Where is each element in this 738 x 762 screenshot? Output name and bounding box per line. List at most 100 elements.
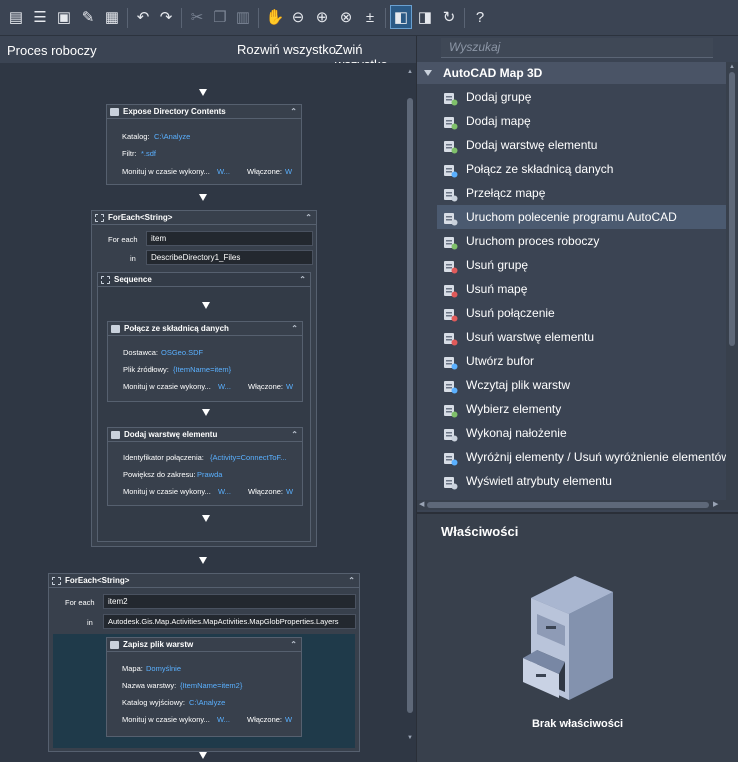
zoom-out-icon[interactable]: ⊖ <box>288 7 308 27</box>
output-folder-value[interactable]: C:\Analyze <box>189 698 225 707</box>
pan-hand-icon[interactable]: ✋ <box>265 7 285 27</box>
catalog-item[interactable]: Utwórz bufor <box>437 349 726 373</box>
catalog-item[interactable]: Wykonaj nałożenie <box>437 421 726 445</box>
catalog-item[interactable]: Uruchom proces roboczy <box>437 229 726 253</box>
zoom-fit-icon[interactable]: ⊗ <box>336 7 356 27</box>
in-input[interactable]: DescribeDirectory1_Files <box>146 250 313 265</box>
expand-all-link[interactable]: Rozwiń wszystko <box>237 42 336 57</box>
paste-icon[interactable]: ▥ <box>233 7 253 27</box>
catalog-item[interactable]: Usuń połączenie <box>437 301 726 325</box>
output-folder-label: Katalog wyjściowy: <box>122 698 185 707</box>
catalog-item[interactable]: Usuń grupę <box>437 253 726 277</box>
activity-expose-directory[interactable]: Expose Directory Contents ⌃ Katalog: C:\… <box>106 104 302 185</box>
help-icon[interactable]: ? <box>470 7 490 27</box>
scroll-up-icon[interactable]: ▲ <box>729 64 735 70</box>
zoom-extent-value[interactable]: Prawda <box>197 470 222 479</box>
catalog-hscrollbar[interactable]: ◀ ▶ <box>417 500 726 510</box>
drop-area[interactable]: Zapisz plik warstw ⌃ Mapa: Domyślnie Naz… <box>53 634 355 748</box>
attributes-icon <box>443 474 458 490</box>
provider-value[interactable]: OSGeo.SDF <box>161 348 203 357</box>
scroll-right-icon[interactable]: ▶ <box>713 500 718 508</box>
run-workflow-icon <box>443 234 458 250</box>
save-icon[interactable]: ▣ <box>54 7 74 27</box>
scroll-left-icon[interactable]: ◀ <box>419 500 424 508</box>
activity-sequence[interactable]: Sequence ⌃ Połącz ze składnicą danych ⌃ … <box>97 272 311 542</box>
collapse-icon[interactable]: ⌃ <box>348 574 355 588</box>
scroll-thumb[interactable] <box>407 98 413 713</box>
monitor-value[interactable]: W... <box>217 715 230 724</box>
catalog-item-label: Uruchom proces roboczy <box>466 234 600 248</box>
enabled-value[interactable]: W <box>285 715 292 724</box>
collapse-icon[interactable]: ⌃ <box>299 273 306 287</box>
highlight-icon <box>443 450 458 466</box>
monitor-value[interactable]: W... <box>218 487 231 496</box>
foreach-input[interactable]: item <box>146 231 313 246</box>
collapse-icon[interactable]: ⌃ <box>291 428 298 442</box>
save-as-icon[interactable]: ✎ <box>78 7 98 27</box>
provider-label: Dostawca: <box>123 348 159 357</box>
redo-icon[interactable]: ↷ <box>156 7 176 27</box>
collapse-icon[interactable]: ⌃ <box>291 322 298 336</box>
catalog-item[interactable]: Dodaj warstwę elementu <box>437 133 726 157</box>
activity-foreach-2[interactable]: ForEach<String> ⌃ For each item2 in Auto… <box>48 573 360 752</box>
zoom-reset-icon[interactable]: ± <box>360 7 380 27</box>
catalog-item[interactable]: Połącz ze składnicą danych <box>437 157 726 181</box>
filter-value[interactable]: *.sdf <box>141 149 156 158</box>
collapse-icon[interactable]: ⌃ <box>290 638 297 652</box>
catalog-scrollbar[interactable]: ▲ <box>726 62 738 510</box>
catalog-item[interactable]: Wybierz elementy <box>437 397 726 421</box>
undo-icon[interactable]: ↶ <box>133 7 153 27</box>
catalog-value[interactable]: C:\Analyze <box>154 132 190 141</box>
catalog-item[interactable]: Usuń mapę <box>437 277 726 301</box>
scroll-down-icon[interactable]: ▼ <box>407 735 413 741</box>
scroll-thumb[interactable] <box>427 502 709 508</box>
monitor-label: Monituj w czasie wykony... <box>123 487 211 496</box>
activity-foreach-1[interactable]: ForEach<String> ⌃ For each item in Descr… <box>91 210 317 547</box>
catalog-group-header[interactable]: AutoCAD Map 3D <box>417 62 726 84</box>
toggle-catalog-icon[interactable]: ◧ <box>390 5 412 29</box>
catalog-item[interactable]: Przełącz mapę <box>437 181 726 205</box>
scroll-thumb[interactable] <box>729 72 735 346</box>
search-input[interactable]: Wyszukaj <box>441 38 713 58</box>
canvas-scrollbar[interactable]: ▲ ▼ <box>404 63 416 762</box>
monitor-value[interactable]: W... <box>217 167 230 176</box>
save-all-icon[interactable]: ▦ <box>102 7 122 27</box>
sequence-icon <box>101 276 110 284</box>
toggle-properties-icon[interactable]: ◨ <box>415 7 435 27</box>
catalog-item[interactable]: Wczytaj plik warstw <box>437 373 726 397</box>
enabled-value[interactable]: W <box>286 487 293 496</box>
workflow-canvas[interactable]: ▲ ▼ Expose Directory Contents ⌃ Katalog:… <box>0 63 416 762</box>
copy-icon[interactable]: ❐ <box>210 7 230 27</box>
catalog-item[interactable]: Uruchom polecenie programu AutoCAD <box>437 205 726 229</box>
enabled-value[interactable]: W <box>286 382 293 391</box>
open-workflow-icon[interactable]: ☰ <box>30 7 50 27</box>
connection-id-value[interactable]: {Activity=ConnectToF... <box>210 453 287 462</box>
refresh-icon[interactable]: ↻ <box>439 7 459 27</box>
collapse-icon[interactable]: ⌃ <box>305 211 312 225</box>
new-workflow-icon[interactable]: ▤ <box>6 7 26 27</box>
zoom-in-icon[interactable]: ⊕ <box>312 7 332 27</box>
catalog-item[interactable]: Usuń warstwę elementu <box>437 325 726 349</box>
monitor-value[interactable]: W... <box>218 382 231 391</box>
collapse-icon[interactable]: ⌃ <box>290 105 297 119</box>
toolbar: ▤ ☰ ▣ ✎ ▦ ↶ ↷ ✂ ❐ ▥ ✋ ⊖ ⊕ ⊗ ± ◧ ◨ ↻ ? <box>0 0 738 36</box>
catalog-item[interactable]: Wyświetl atrybuty elementu <box>437 469 726 493</box>
activity-connect[interactable]: Połącz ze składnicą danych ⌃ Dostawca: O… <box>107 321 303 402</box>
foreach-input[interactable]: item2 <box>103 594 356 609</box>
in-input[interactable]: Autodesk.Gis.Map.Activities.MapActivitie… <box>103 614 356 629</box>
enabled-value[interactable]: W <box>285 167 292 176</box>
activity-header: Expose Directory Contents ⌃ <box>107 105 301 119</box>
monitor-label: Monituj w czasie wykony... <box>122 167 210 176</box>
activity-save-layer[interactable]: Zapisz plik warstw ⌃ Mapa: Domyślnie Naz… <box>106 637 302 737</box>
scroll-up-icon[interactable]: ▲ <box>407 69 413 75</box>
map-value[interactable]: Domyślnie <box>146 664 181 673</box>
catalog-item[interactable]: Dodaj grupę <box>437 85 726 109</box>
chevron-down-icon[interactable] <box>424 70 432 76</box>
catalog-item[interactable]: Wyróżnij elementy / Usuń wyróżnienie ele… <box>437 445 726 469</box>
activity-header: ForEach<String> ⌃ <box>92 211 316 225</box>
layer-name-value[interactable]: {ItemName=item2} <box>180 681 242 690</box>
activity-add-layer[interactable]: Dodaj warstwę elementu ⌃ Identyfikator p… <box>107 427 303 506</box>
cut-icon[interactable]: ✂ <box>187 7 207 27</box>
catalog-item[interactable]: Dodaj mapę <box>437 109 726 133</box>
source-value[interactable]: {ItemName=item} <box>173 365 231 374</box>
